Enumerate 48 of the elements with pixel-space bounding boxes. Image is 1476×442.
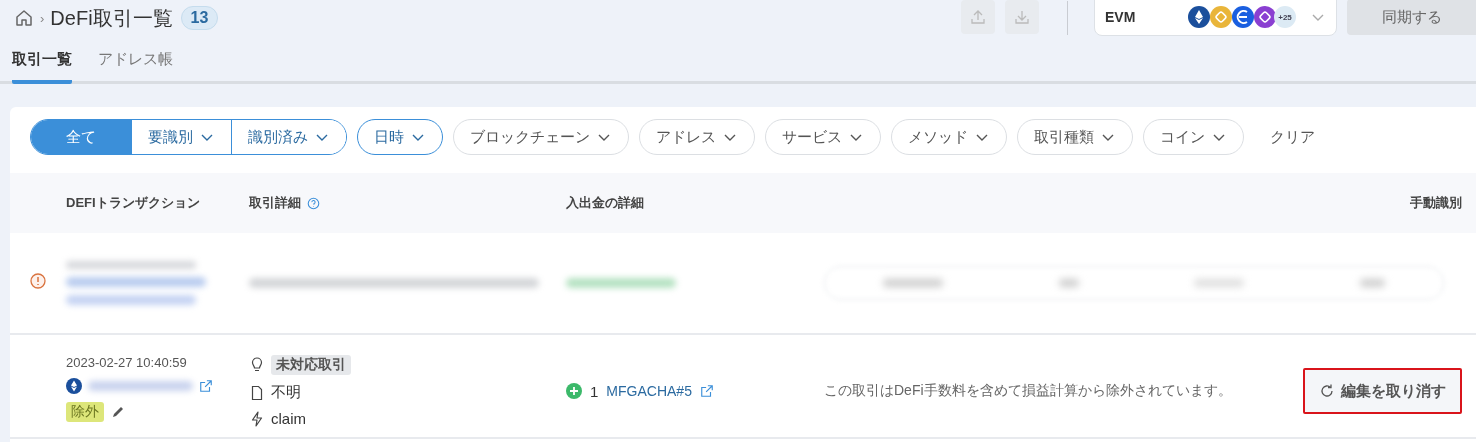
filter-chip[interactable]: 取引種類	[1017, 119, 1133, 155]
filter-chip[interactable]: 日時	[357, 119, 443, 155]
chain-selector[interactable]: EVM +25	[1094, 0, 1337, 36]
filter-segment[interactable]: 識別済み	[231, 120, 346, 154]
count-badge: 13	[180, 6, 219, 30]
filter-chip[interactable]: コイン	[1143, 119, 1244, 155]
download-icon	[1014, 9, 1030, 25]
tab[interactable]: アドレス帳	[98, 50, 173, 84]
pencil-icon	[110, 404, 126, 420]
ethereum-icon	[66, 378, 82, 394]
status-tag: 除外	[66, 402, 104, 422]
breadcrumb-separator: ›	[40, 10, 45, 26]
column-header: DEFIトランザクション	[66, 194, 200, 212]
filter-chip[interactable]: ブロックチェーン	[453, 119, 629, 155]
detail-tag: 未対応取引	[271, 355, 351, 375]
refresh-icon	[1319, 383, 1335, 399]
transaction-date: 2023-02-27 10:40:59	[66, 355, 188, 370]
method-name: claim	[271, 410, 306, 427]
column-header: 取引詳細	[249, 194, 301, 212]
lightbulb-icon	[249, 357, 265, 373]
filter-chip[interactable]: サービス	[765, 119, 881, 155]
clear-button[interactable]: クリア	[1264, 126, 1321, 148]
lightning-icon	[249, 410, 265, 427]
document-icon	[249, 384, 265, 401]
coin-icon	[1254, 6, 1276, 28]
more-count: +25	[1274, 6, 1296, 28]
column-header: 入出金の詳細	[566, 194, 644, 212]
exclusion-note: この取引はDeFi手数料を含めて損益計算から除外されています。	[824, 382, 1232, 400]
amount: 1	[590, 382, 599, 400]
token-link[interactable]: MFGACHA#5	[606, 383, 692, 399]
column-header: 手動識別	[1410, 194, 1462, 212]
download-button[interactable]	[1005, 0, 1039, 34]
contract-name: 不明	[271, 383, 301, 402]
warning-icon	[30, 273, 46, 289]
upload-icon	[970, 9, 986, 25]
external-link-icon	[699, 384, 714, 398]
home-icon	[14, 8, 34, 28]
page-title: DeFi取引一覧	[50, 5, 173, 31]
filter-chip[interactable]: メソッド	[891, 119, 1007, 155]
undo-edit-button[interactable]: 編集を取り消す	[1303, 368, 1462, 414]
external-link-icon	[199, 379, 213, 393]
tab[interactable]: 取引一覧	[12, 50, 72, 84]
coin-icon	[1232, 6, 1254, 28]
coin-icon	[1210, 6, 1232, 28]
plus-circle-icon	[566, 383, 582, 399]
filter-chip[interactable]: アドレス	[639, 119, 755, 155]
upload-button[interactable]	[961, 0, 995, 34]
coin-icon	[1188, 6, 1210, 28]
